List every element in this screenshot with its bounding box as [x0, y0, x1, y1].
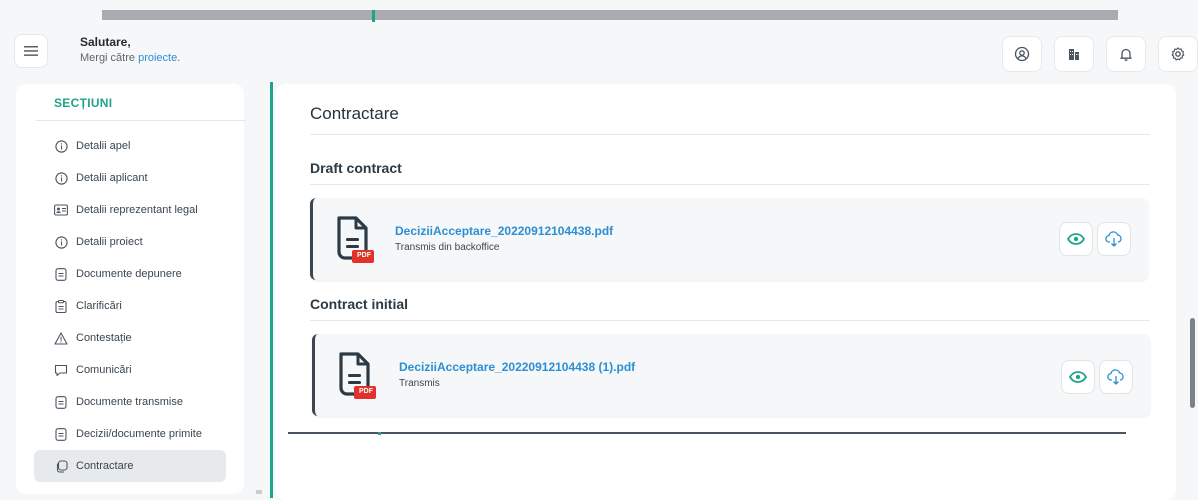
sidebar-list: Detalii apel Detalii aplicant Detalii re… [34, 130, 244, 482]
content-bottom-divider [288, 432, 1126, 435]
building-icon [1069, 49, 1079, 60]
info-icon [54, 139, 68, 153]
section-divider [310, 320, 1150, 321]
sidebar-item-label: Contractare [76, 460, 134, 472]
menu-button[interactable] [14, 34, 48, 68]
cloud-download-icon [1105, 231, 1122, 247]
copy-icon [54, 459, 68, 473]
download-button[interactable] [1099, 360, 1133, 394]
view-button[interactable] [1061, 360, 1095, 394]
profile-button[interactable] [1002, 36, 1042, 72]
sidebar-item-label: Clarificări [76, 300, 122, 312]
section-divider-accent [270, 82, 273, 498]
sidebar-item-contractare[interactable]: Contractare [34, 450, 226, 482]
clipboard-icon [54, 299, 68, 313]
header-actions [990, 36, 1198, 72]
document-icon [54, 427, 68, 441]
sidebar-title: SECȚIUNI [54, 96, 113, 110]
pdf-badge: PDF [357, 252, 371, 259]
top-strip [102, 10, 1118, 22]
page-scrollbar-thumb[interactable] [1190, 318, 1195, 408]
sidebar-scrollbar[interactable] [256, 490, 262, 494]
sidebar-item-documente-transmise[interactable]: Documente transmise [34, 386, 244, 418]
sidebar-item-clarificari[interactable]: Clarificări [34, 290, 244, 322]
subtitle-prefix: Mergi către [80, 52, 136, 64]
warning-icon [54, 331, 68, 345]
file-note: Transmis din backoffice [395, 242, 500, 253]
main-panel: Contractare Draft contract PDF DeciziiAc… [276, 84, 1176, 500]
sidebar-divider [36, 120, 246, 121]
bottom-divider-marker [378, 432, 381, 435]
gear-icon [1171, 47, 1185, 61]
greeting-text: Salutare, [80, 35, 131, 49]
sidebar-item-detalii-proiect[interactable]: Detalii proiect [34, 226, 244, 258]
top-strip-marker [372, 10, 375, 22]
document-card: PDF DeciziiAcceptare_20220912104438 (1).… [312, 334, 1150, 416]
info-icon [54, 235, 68, 249]
sidebar-item-label: Detalii aplicant [76, 172, 148, 184]
sidebar-item-detalii-aplicant[interactable]: Detalii aplicant [34, 162, 244, 194]
greeting-subtitle: Mergi către proiecte. [80, 50, 180, 66]
section-title-contract-initial: Contract initial [310, 296, 409, 312]
eye-icon [1067, 233, 1085, 245]
cloud-download-icon [1107, 369, 1124, 385]
greeting-block: Salutare, Mergi către proiecte. [80, 34, 180, 66]
sidebar-item-label: Documente transmise [76, 396, 183, 408]
download-button[interactable] [1097, 222, 1131, 256]
sidebar-item-comunicari[interactable]: Comunicări [34, 354, 244, 386]
chat-icon [54, 363, 68, 377]
sidebar-item-label: Comunicări [76, 364, 132, 376]
eye-icon [1069, 371, 1087, 383]
id-card-icon [54, 203, 68, 217]
sidebar-item-detalii-reprezentant-legal[interactable]: Detalii reprezentant legal [34, 194, 244, 226]
settings-button[interactable] [1158, 36, 1198, 72]
view-button[interactable] [1059, 222, 1093, 256]
sidebar-item-label: Detalii reprezentant legal [76, 204, 198, 216]
sidebar-item-label: Detalii apel [76, 140, 131, 152]
document-card: PDF DeciziiAcceptare_20220912104438.pdf … [310, 198, 1148, 280]
sidebar-item-documente-depunere[interactable]: Documente depunere [34, 258, 244, 290]
section-divider [310, 184, 1150, 185]
organization-button[interactable] [1054, 36, 1094, 72]
file-note: Transmis [399, 378, 440, 389]
title-divider [310, 134, 1150, 135]
document-icon [54, 267, 68, 281]
file-name-link[interactable]: DeciziiAcceptare_20220912104438.pdf [395, 224, 613, 238]
section-title-draft-contract: Draft contract [310, 160, 402, 176]
notifications-button[interactable] [1106, 36, 1146, 72]
projects-link[interactable]: proiecte [138, 52, 177, 64]
bell-icon [1120, 48, 1132, 61]
pdf-badge: PDF [359, 388, 373, 395]
header: Salutare, Mergi către proiecte. [0, 24, 1198, 84]
info-icon [54, 171, 68, 185]
sidebar-item-label: Decizii/documente primite [76, 428, 202, 440]
sidebar-item-detalii-apel[interactable]: Detalii apel [34, 130, 244, 162]
document-icon [54, 395, 68, 409]
hamburger-icon [24, 46, 38, 56]
sidebar-item-label: Detalii proiect [76, 236, 143, 248]
sidebar-item-label: Documente depunere [76, 268, 182, 280]
sections-sidebar: SECȚIUNI Detalii apel Detalii aplicant D… [16, 84, 246, 494]
sidebar-item-contestatie[interactable]: Contestație [34, 322, 244, 354]
sidebar-item-decizii-documente-primite[interactable]: Decizii/documente primite [34, 418, 244, 450]
file-name-link[interactable]: DeciziiAcceptare_20220912104438 (1).pdf [399, 360, 635, 374]
user-circle-icon [1014, 46, 1030, 62]
subtitle-suffix: . [177, 52, 181, 64]
sidebar-item-label: Contestație [76, 332, 132, 344]
page-title: Contractare [310, 104, 399, 123]
